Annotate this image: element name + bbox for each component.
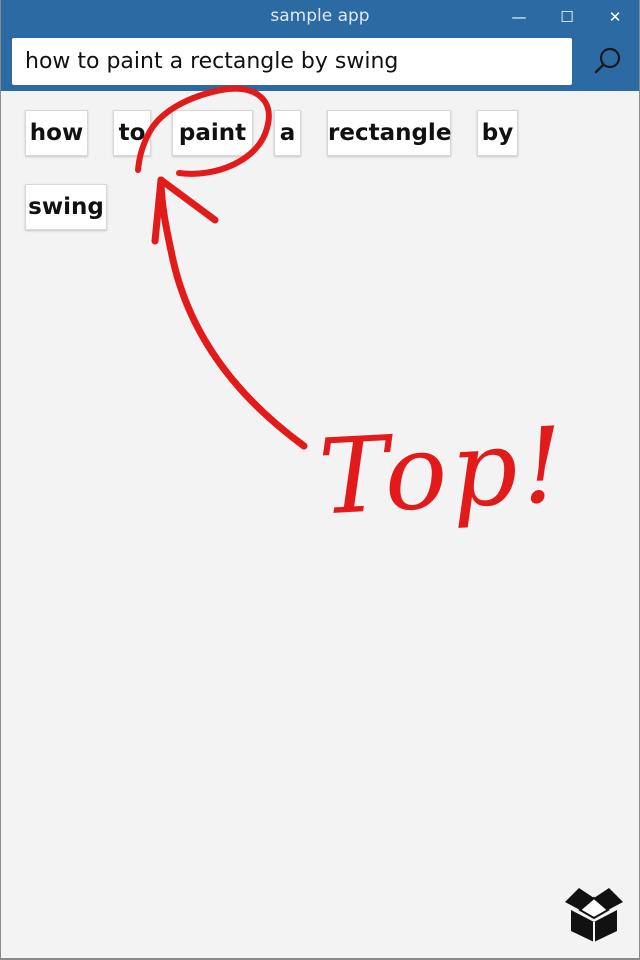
token-chip[interactable]: a — [274, 110, 301, 156]
close-button[interactable]: ✕ — [591, 0, 639, 34]
title-bar: sample app — ☐ ✕ — [1, 0, 639, 34]
search-bar: how to paint a rectangle by swing — [1, 34, 639, 91]
token-chip[interactable]: to — [113, 110, 151, 156]
token-chip[interactable]: paint — [172, 110, 253, 156]
token-chip[interactable]: swing — [25, 184, 107, 230]
maximize-button[interactable]: ☐ — [543, 0, 591, 34]
open-box-icon[interactable] — [559, 876, 629, 946]
search-input[interactable]: how to paint a rectangle by swing — [12, 38, 572, 85]
search-button[interactable] — [585, 40, 629, 84]
search-icon — [594, 47, 621, 74]
minimize-button[interactable]: — — [495, 0, 543, 34]
token-chip[interactable]: rectangle — [327, 110, 451, 156]
token-chip[interactable]: how — [25, 110, 88, 156]
annotation-label: Top! — [315, 403, 571, 539]
app-window: sample app — ☐ ✕ how to paint a rectangl… — [0, 0, 640, 960]
token-chip[interactable]: by — [477, 110, 518, 156]
